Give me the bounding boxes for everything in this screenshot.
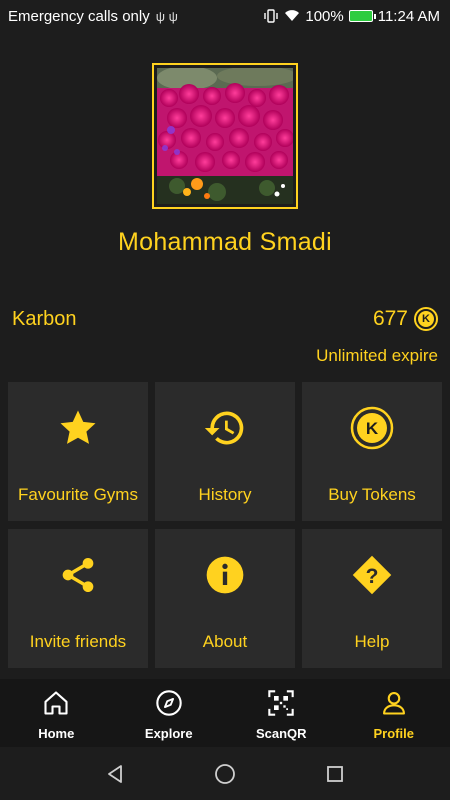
nav-label: Profile [373, 726, 414, 741]
nav-label: Explore [144, 726, 193, 741]
nav-label: Home [38, 726, 75, 741]
recents-button[interactable] [315, 754, 355, 794]
expire-text: Unlimited expire [316, 346, 438, 365]
avatar[interactable] [152, 63, 298, 209]
vibrate-icon [264, 9, 279, 23]
system-nav [0, 747, 450, 800]
home-icon [41, 688, 71, 718]
qr-icon [266, 688, 296, 718]
tile-buy-tokens[interactable]: K Buy Tokens [302, 382, 442, 521]
tile-label: Favourite Gyms [18, 485, 138, 504]
bottom-nav: Home Explore ScanQR Profile [0, 679, 450, 747]
tile-label: Invite friends [29, 632, 127, 651]
user-icon [379, 688, 409, 718]
recents-square-icon [327, 765, 343, 782]
compass-icon [154, 688, 184, 718]
wifi-icon [285, 10, 300, 21]
flower-photo [157, 68, 293, 204]
tile-history[interactable]: History [155, 382, 295, 521]
nav-scanqr[interactable]: ScanQR [225, 679, 338, 747]
tile-favourite-gyms[interactable]: Favourite Gyms [8, 382, 148, 521]
tile-label: History [198, 485, 252, 504]
home-circle-icon [215, 763, 235, 784]
wallet-row: Karbon 677 K [12, 305, 438, 333]
wallet-balance: 677 K [373, 307, 438, 331]
share-icon [56, 553, 100, 597]
tile-invite-friends[interactable]: Invite friends [8, 529, 148, 668]
back-triangle-icon [108, 764, 122, 783]
status-left: Emergency calls only ψ ψ [8, 8, 178, 25]
star-icon [56, 406, 100, 450]
help-diamond-icon: ? [350, 553, 394, 597]
menu-grid: Favourite Gyms History K Buy Tokens Invi… [8, 382, 442, 668]
status-right: 100% 11:24 AM [263, 8, 440, 25]
wallet-label: Karbon [12, 307, 77, 330]
nav-label: ScanQR [255, 726, 307, 741]
battery-icon [348, 10, 376, 22]
tile-label: Help [354, 632, 390, 651]
tile-label: About [202, 632, 248, 651]
tile-label: Buy Tokens [328, 485, 416, 504]
history-icon [203, 406, 247, 450]
profile-name: Mohammad Smadi [117, 228, 332, 256]
k-coin-icon: K [414, 307, 438, 331]
balance-value: 677 [372, 307, 408, 330]
back-button[interactable] [95, 754, 135, 794]
clock: 11:24 AM [377, 7, 440, 25]
info-icon [203, 553, 247, 597]
tile-about[interactable]: About [155, 529, 295, 668]
k-coin-icon: K [350, 406, 394, 450]
status-bar: Emergency calls only ψ ψ 100% 11:24 AM [0, 0, 450, 32]
battery-percent: 100% [305, 7, 344, 25]
carrier-text: Emergency calls only [8, 7, 150, 25]
home-system-button[interactable] [205, 754, 245, 794]
tile-help[interactable]: ? Help [302, 529, 442, 668]
nav-profile[interactable]: Profile [338, 679, 450, 747]
usb-icon: ψ ψ [155, 8, 178, 24]
nav-home[interactable]: Home [0, 679, 113, 747]
nav-explore[interactable]: Explore [113, 679, 226, 747]
svg-text:?: ? [366, 565, 379, 588]
svg-text:K: K [366, 419, 379, 438]
